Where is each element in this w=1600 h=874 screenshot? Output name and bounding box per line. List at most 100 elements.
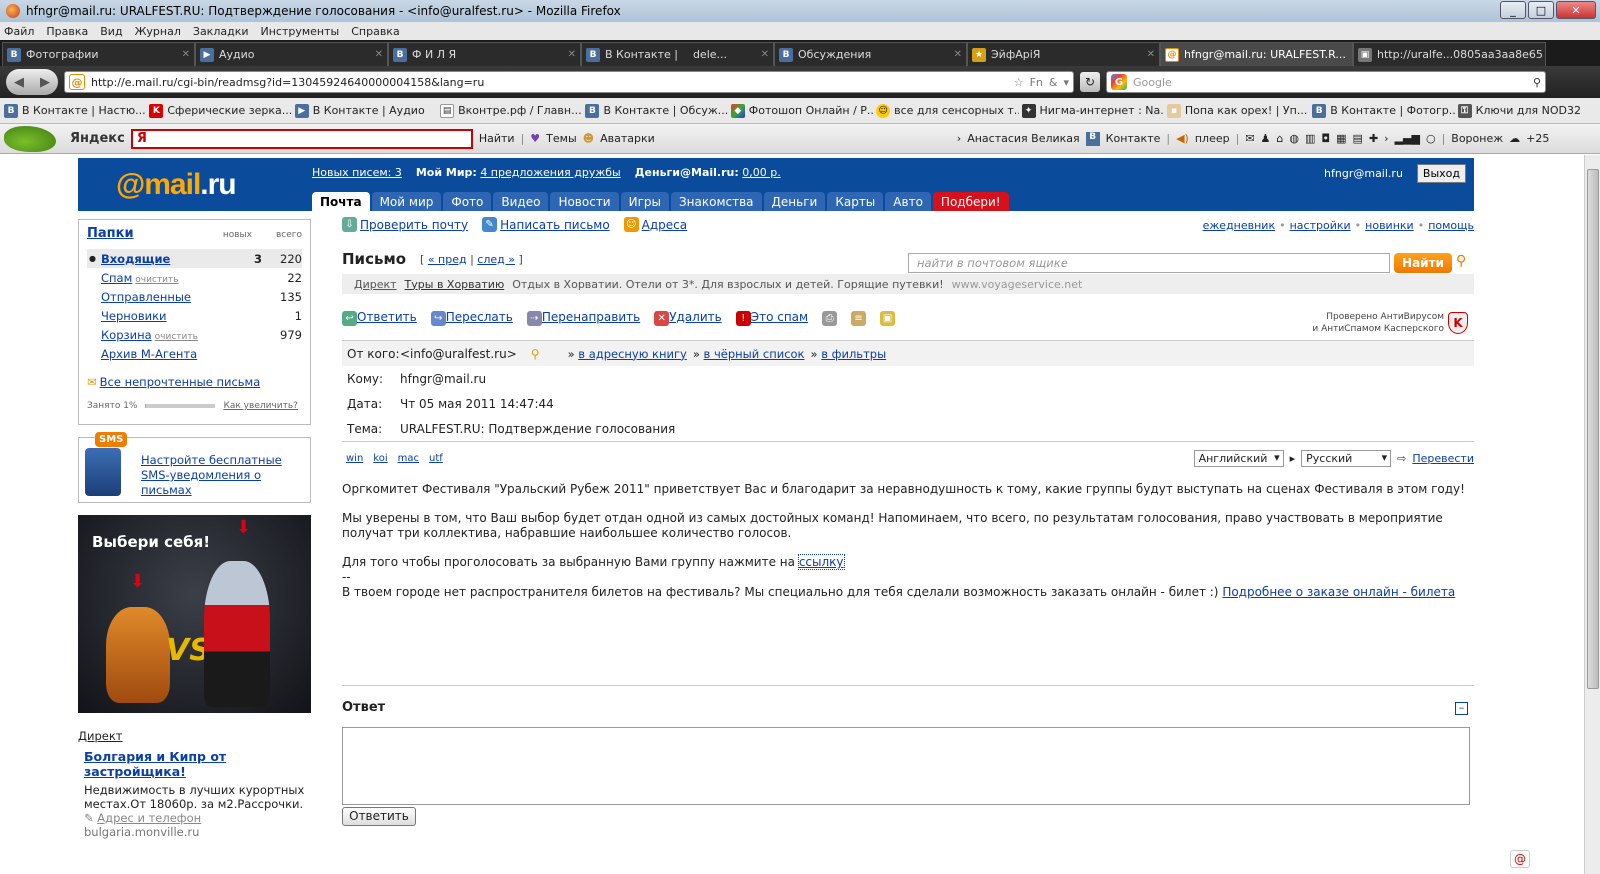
addresses-link[interactable]: Адреса [642,218,687,232]
signal-icon[interactable]: ▂▄▆ [1395,132,1420,145]
back-arrow-icon[interactable]: ◀ [14,75,24,90]
friend-offers-link[interactable]: 4 предложения дружбы [480,166,620,179]
search-placeholder[interactable]: Google [1133,76,1172,89]
close-tab-icon[interactable]: ✕ [954,49,962,60]
chat-bubble-icon[interactable]: ○ [1426,132,1436,145]
bookmark-item[interactable]: ◆ Фотошоп Онлайн / Р... [730,103,873,118]
bookmark-item[interactable]: BВ Контакте | Обсуж... [585,103,728,118]
folder-spam[interactable]: Спам очистить 22 [87,268,302,287]
avatars-button[interactable]: Аватарки [600,132,655,145]
search-sender-icon[interactable]: ⚲ [531,347,540,361]
tab-photo[interactable]: Фото [443,192,492,211]
folder-name[interactable]: Корзина [101,328,152,342]
new-letters-link[interactable]: Новых писем: 3 [312,166,402,179]
bookmark-item[interactable]: BВ Контакте | Фотогр... [1312,103,1455,118]
news-link[interactable]: новинки [1365,219,1414,232]
vk-button[interactable]: Контакте [1106,132,1161,145]
enlarge-quota-link[interactable]: Как увеличить? [223,401,297,411]
check-mail-link[interactable]: Проверить почту [360,218,468,232]
add-to-filters-link[interactable]: в фильтры [821,347,886,361]
redirect-link[interactable]: Перенаправить [542,310,640,324]
help-link[interactable]: помощь [1428,219,1474,232]
chevron-right-icon[interactable]: › [1384,132,1388,145]
tab-my-world[interactable]: Мой мир [371,192,442,211]
tab-audio[interactable]: ▶ Аудио ✕ [195,42,388,66]
advanced-search-icon[interactable]: ⚲ [1456,253,1466,269]
mailbox-search-input[interactable]: найти в почтовом ящике [908,253,1390,273]
clean-spam-link[interactable]: очистить [135,275,178,285]
mailbox-search-button[interactable]: Найти [1394,253,1452,273]
collapse-icon[interactable]: – [1455,702,1468,715]
diary-link[interactable]: ежедневник [1203,219,1275,232]
settings-link[interactable]: настройки [1290,219,1351,232]
menu-bookmarks[interactable]: Закладки [193,25,249,38]
bookmark-item[interactable]: K Сферические зерка... [149,103,292,118]
folder-agent-archive[interactable]: Архив М-Агента [87,344,302,363]
bookmark-item[interactable]: B В Контакте | Настю... [4,103,146,118]
ad-direct-label[interactable]: Директ [354,278,397,291]
minimize-button[interactable]: _ [1500,1,1526,19]
player-button[interactable]: плеер [1195,132,1230,145]
plus-icon[interactable]: ✚ [1369,132,1378,145]
promo-banner[interactable]: Выбери себя! ⬇ ⬇ VS [78,515,311,713]
menu-tools[interactable]: Инструменты [261,25,340,38]
close-tab-icon[interactable]: ✕ [1147,49,1155,60]
folder-name[interactable]: Архив М-Агента [101,347,197,361]
dropdown-icon[interactable]: ▾ [1063,76,1069,89]
ad-title-link[interactable]: Болгария и Кипр от застройщика! [84,749,311,779]
tab-vkontakte[interactable]: B В Контакте | dele... ✕ [581,42,774,66]
google-icon[interactable]: G [1111,74,1127,90]
tab-uralfest[interactable]: ▣ http://uralfe...0805aa3aa8e65 [1353,42,1546,66]
chevron-right-icon[interactable]: › [957,132,961,145]
menu-file[interactable]: Файл [4,25,34,38]
folder-name[interactable]: Черновики [101,309,167,323]
search-box[interactable]: G Google ⚲ [1106,71,1546,93]
sms-notify-link[interactable]: SMS-уведомления о письмах [141,468,261,497]
folder-inbox[interactable]: Входящие 3 220 [87,249,302,268]
tab-news[interactable]: Новости [550,192,619,211]
save-icon[interactable]: ▣ [880,310,896,326]
forward-arrow-icon[interactable]: ▶ [40,75,50,90]
next-message-link[interactable]: след » [477,253,515,266]
address-bar[interactable]: @ http://e.mail.ru/cgi-bin/readmsg?id=13… [64,71,1074,93]
vote-link[interactable]: ссылку [797,554,845,570]
forward-link[interactable]: Переслать [446,310,513,324]
yandex-search-input[interactable]: Я [130,128,473,149]
bookmark-item[interactable]: ▤ Вконтре.рф / Главн... [440,103,582,118]
encoding-utf[interactable]: utf [429,453,443,464]
themes-heart-icon[interactable]: ♥ [530,132,540,145]
tab-games[interactable]: Игры [620,192,669,211]
tab-dating[interactable]: Знакомства [670,192,762,211]
user-name[interactable]: Анастасия Великая [967,132,1079,145]
rfc-icon[interactable]: ≡ [851,310,867,326]
avatars-icon[interactable]: ☻ [583,132,594,145]
money-balance-link[interactable]: 0,00 р. [742,166,780,179]
direct-label[interactable]: Директ [78,729,311,743]
tab-discussions[interactable]: B Обсуждения ✕ [774,42,967,66]
bookmark-item[interactable]: ▪ Попа как орех! | Уп... [1166,103,1309,118]
mail-icon[interactable]: ✉ [1245,132,1254,145]
folder-name[interactable]: Отправленные [101,290,191,304]
folder-drafts[interactable]: Черновики 1 [87,306,302,325]
logout-button[interactable]: Выход [1416,164,1466,183]
folder-trash[interactable]: Корзина очистить 979 [87,325,302,344]
menu-help[interactable]: Справка [351,25,399,38]
tab-mail[interactable]: Почта [312,192,370,211]
page-scrollbar[interactable] [1584,155,1600,874]
tab-video[interactable]: Видео [493,192,549,211]
bookmark-item[interactable]: ✦ Нигма-интернет : Na... [1021,103,1164,118]
reload-button[interactable]: ↻ [1080,72,1100,92]
camera-icon[interactable]: ◘ [1321,132,1330,145]
person-icon[interactable]: ♟ [1261,132,1271,145]
book-icon[interactable]: ▥ [1305,132,1315,145]
maximize-button[interactable]: □ [1528,1,1554,19]
delete-link[interactable]: Удалить [669,310,722,324]
reply-link[interactable]: Ответить [357,310,417,324]
add-to-addressbook-link[interactable]: в адресную книгу [578,347,687,361]
order-ticket-link[interactable]: Подробнее о заказе онлайн - билета [1222,585,1455,599]
city-name[interactable]: Воронеж [1451,132,1503,145]
encoding-win[interactable]: win [346,453,363,464]
translate-to-select[interactable]: Русский [1301,450,1392,467]
clean-trash-link[interactable]: очистить [155,332,198,342]
tab-mail-active[interactable]: @hfngr@mail.ru: URALFEST.R...✕ [1160,42,1353,66]
